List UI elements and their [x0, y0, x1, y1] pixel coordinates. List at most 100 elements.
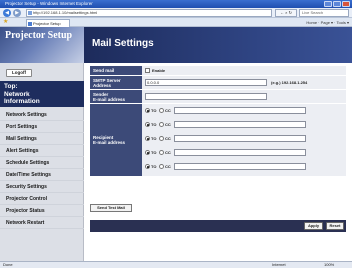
sidebar-item-mail-settings[interactable]: Mail Settings — [0, 133, 84, 145]
cc-label: CC — [165, 122, 171, 127]
page-icon — [28, 11, 32, 15]
to-radio[interactable] — [145, 136, 150, 141]
sidebar-item-projector-status[interactable]: Projector Status — [0, 205, 84, 217]
tab-label: Projector Setup — [33, 21, 61, 26]
recipient-email-input[interactable] — [174, 149, 306, 156]
information-label: Information — [4, 98, 40, 105]
sidebar-item-projector-control[interactable]: Projector Control — [0, 193, 84, 205]
cc-radio[interactable] — [159, 122, 164, 127]
window-title: Projector Setup - Windows Internet Explo… — [5, 1, 93, 6]
sender-email-input[interactable] — [145, 93, 267, 100]
command-bar[interactable]: Home · Page ▾ · Tools ▾ — [306, 19, 349, 26]
enable-checkbox[interactable] — [145, 68, 150, 73]
network-label: Network — [4, 90, 30, 98]
address-toolbar: ◀ ▶ http://192.168.1.10/mailsettings.htm… — [0, 8, 352, 18]
forward-button[interactable]: ▶ — [13, 9, 21, 17]
maximize-icon[interactable] — [333, 1, 341, 7]
main-panel: Mail Settings Send mail Enable SMTP Serv… — [84, 27, 352, 261]
send-mail-row: Send mail Enable — [90, 65, 346, 75]
status-bar: Done Internet 100% — [0, 261, 352, 268]
sidebar-item-datetime-settings[interactable]: Date/Time Settings — [0, 169, 84, 181]
sidebar-item-alert-settings[interactable]: Alert Settings — [0, 145, 84, 157]
to-label: TO — [151, 108, 157, 113]
sidebar: Projector Setup Logoff Top: Network Info… — [0, 27, 84, 261]
sidebar-nav: Network Settings Port Settings Mail Sett… — [0, 109, 84, 229]
main-header: Mail Settings — [84, 27, 352, 63]
recipient-entry: TO CC — [142, 163, 346, 172]
url-text: http://192.168.1.10/mailsettings.html — [33, 10, 98, 15]
sender-label-line2: E-mail address — [93, 96, 126, 102]
close-icon[interactable] — [342, 1, 350, 7]
to-label: TO — [151, 150, 157, 155]
smtp-server-input[interactable]: 0.0.0.0 — [145, 79, 267, 86]
enable-label: Enable — [152, 68, 166, 73]
to-label: TO — [151, 164, 157, 169]
recipient-entry: TO CC — [142, 135, 346, 144]
recipient-list: TO CC TO CC TO CC TO CC TO CC — [142, 104, 346, 176]
cc-radio[interactable] — [159, 164, 164, 169]
tab-bar: ★ Projector Setup Home · Page ▾ · Tools … — [0, 18, 352, 27]
recipient-entry: TO CC — [142, 149, 346, 158]
logoff-button[interactable]: Logoff — [6, 69, 32, 77]
send-mail-label: Send mail — [90, 66, 142, 75]
to-radio[interactable] — [145, 150, 150, 155]
send-test-mail-button[interactable]: Send Test Mail — [90, 204, 132, 212]
recipient-entry: TO CC — [142, 121, 346, 130]
tab-projector-setup[interactable]: Projector Setup — [26, 19, 70, 27]
action-bar: Apply Reset — [90, 220, 346, 232]
minimize-icon[interactable] — [324, 1, 332, 7]
logo-banner: Projector Setup — [0, 27, 84, 63]
sidebar-item-security-settings[interactable]: Security Settings — [0, 181, 84, 193]
smtp-label: SMTP Server Address — [90, 76, 142, 89]
logo-title: Projector Setup — [5, 30, 73, 41]
to-label: TO — [151, 136, 157, 141]
cc-radio[interactable] — [159, 108, 164, 113]
zoom-level[interactable]: 100% — [324, 262, 334, 268]
sidebar-item-schedule-settings[interactable]: Schedule Settings — [0, 157, 84, 169]
cc-label: CC — [165, 108, 171, 113]
sidebar-item-network-restart[interactable]: Network Restart — [0, 217, 84, 229]
smtp-example-hint: (e.g.) 192.168.1.254 — [271, 80, 308, 85]
favorites-star-icon[interactable]: ★ — [3, 19, 8, 26]
cc-label: CC — [165, 136, 171, 141]
reset-button[interactable]: Reset — [326, 222, 344, 230]
cc-radio[interactable] — [159, 150, 164, 155]
recipient-entry: TO CC — [142, 107, 346, 116]
sender-row: Sender E-mail address — [90, 89, 346, 103]
url-input[interactable]: http://192.168.1.10/mailsettings.html — [26, 9, 272, 17]
back-button[interactable]: ◀ — [3, 9, 11, 17]
page-title: Mail Settings — [92, 38, 154, 49]
smtp-label-line2: Address — [93, 82, 112, 88]
to-radio[interactable] — [145, 122, 150, 127]
window-titlebar: Projector Setup - Windows Internet Explo… — [0, 0, 352, 8]
to-radio[interactable] — [145, 108, 150, 113]
sidebar-item-port-settings[interactable]: Port Settings — [0, 121, 84, 133]
window-controls — [324, 1, 350, 7]
sender-value — [142, 90, 346, 103]
recipient-label: Recipient E-mail address — [90, 104, 142, 176]
to-radio[interactable] — [145, 164, 150, 169]
security-zone: Internet — [272, 262, 286, 267]
to-label: TO — [151, 122, 157, 127]
top-label: Top: — [4, 83, 18, 90]
apply-button[interactable]: Apply — [304, 222, 323, 230]
recipient-email-input[interactable] — [174, 163, 306, 170]
tab-favicon-icon — [28, 22, 32, 26]
refresh-stop-buttons[interactable]: ← × ↻ — [275, 9, 297, 17]
cc-radio[interactable] — [159, 136, 164, 141]
recipient-email-input[interactable] — [174, 121, 306, 128]
search-input[interactable]: Live Search — [299, 9, 349, 17]
sidebar-item-network-settings[interactable]: Network Settings — [0, 109, 84, 121]
sidebar-top-network-information[interactable]: Top: Network Information — [0, 81, 84, 107]
smtp-row: SMTP Server Address 0.0.0.0 (e.g.) 192.16… — [90, 75, 346, 89]
sender-label: Sender E-mail address — [90, 90, 142, 103]
page-content: Projector Setup Logoff Top: Network Info… — [0, 27, 352, 261]
cc-label: CC — [165, 164, 171, 169]
cc-label: CC — [165, 150, 171, 155]
recipient-email-input[interactable] — [174, 107, 306, 114]
recipient-row: Recipient E-mail address TO CC TO CC TO … — [90, 103, 346, 176]
status-text: Done — [3, 262, 13, 267]
recipient-label-line2: E-mail address — [93, 140, 126, 145]
recipient-email-input[interactable] — [174, 135, 306, 142]
send-mail-value: Enable — [142, 66, 346, 75]
